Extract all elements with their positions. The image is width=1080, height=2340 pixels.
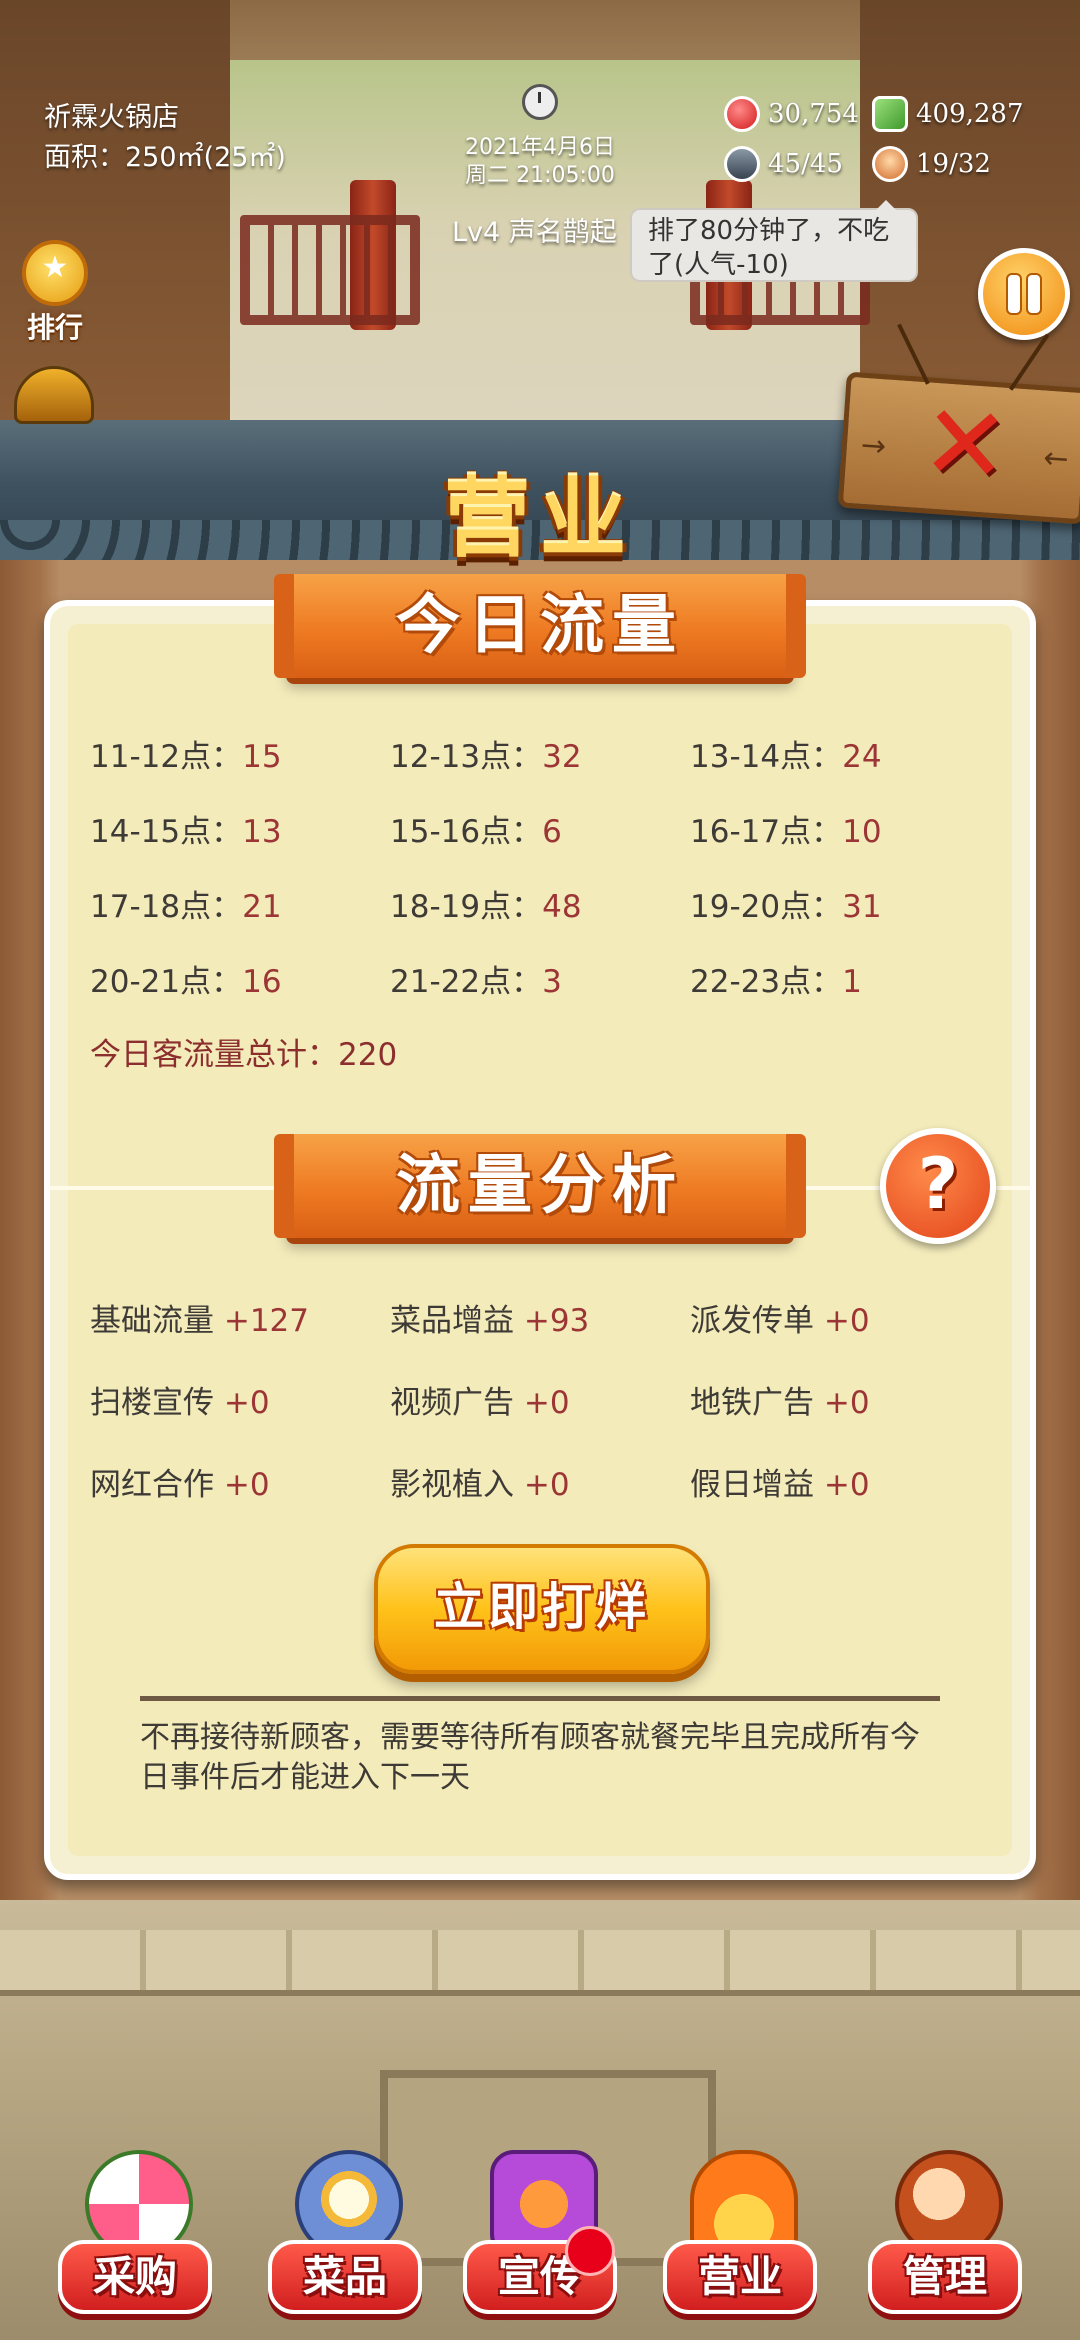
hour-cell: 15-16点：6 [390, 814, 562, 850]
leaderboard-button[interactable]: 排行 [16, 240, 94, 344]
close-shop-now-button[interactable]: 立即打烊 [374, 1544, 710, 1674]
close-shop-note: 不再接待新顾客，需要等待所有顾客就餐完毕且完成所有今日事件后才能进入下一天 [140, 1720, 920, 1795]
note-divider [140, 1696, 940, 1701]
nav-purchase[interactable]: 采购 [50, 2130, 220, 2340]
pause-icon [1008, 275, 1020, 313]
heart-icon [724, 96, 760, 132]
nav-manage[interactable]: 管理 [860, 2130, 1030, 2340]
nav-dishes-label: 菜品 [268, 2240, 422, 2314]
staff-value: 19/32 [916, 149, 991, 179]
popularity-value: 30,754 [768, 99, 859, 129]
cash-stat: 409,287 [872, 96, 1024, 132]
shop-area: 面积：250㎡(25㎡) [44, 142, 286, 173]
hourly-traffic-grid: 11-12点：15 12-13点：32 13-14点：24 14-15点：13 … [90, 732, 990, 1007]
analysis-cell: 菜品增益 +93 [390, 1303, 590, 1339]
game-time: 周二 21:05:00 [465, 163, 615, 188]
analysis-cell: 网红合作 +0 [90, 1467, 270, 1503]
hour-cell: 12-13点：32 [390, 739, 582, 775]
medal-icon [22, 240, 88, 306]
hour-cell: 19-20点：31 [690, 889, 882, 925]
hour-cell: 22-23点：1 [690, 964, 862, 1000]
staff-stat: 19/32 [872, 146, 991, 182]
game-date: 2021年4月6日 [465, 135, 615, 160]
today-traffic-header: 今日流量 [274, 574, 806, 678]
notification-dot [565, 2226, 615, 2276]
panel-title: 营业 [444, 469, 636, 569]
seats-value: 45/45 [768, 149, 843, 179]
bottom-nav: 采购 菜品 宣传 营业 管理 [0, 2130, 1080, 2340]
leaderboard-label: 排行 [26, 311, 83, 344]
wooden-railing [240, 215, 420, 325]
nav-dishes[interactable]: 菜品 [260, 2130, 430, 2340]
analysis-cell: 影视植入 +0 [390, 1467, 570, 1503]
hour-cell: 11-12点：15 [90, 739, 282, 775]
hour-cell: 21-22点：3 [390, 964, 562, 1000]
alarm-clock-icon [522, 84, 558, 120]
hour-cell: 14-15点：13 [90, 814, 282, 850]
nav-purchase-label: 采购 [58, 2240, 212, 2314]
cash-value: 409,287 [916, 99, 1024, 129]
nav-business-label: 营业 [663, 2240, 817, 2314]
nav-manage-label: 管理 [868, 2240, 1022, 2314]
hour-cell: 13-14点：24 [690, 739, 882, 775]
cash-icon [872, 96, 908, 132]
game-clock: 2021年4月6日 周二 21:05:00 [440, 84, 640, 190]
pause-button[interactable] [978, 248, 1070, 340]
analysis-cell: 扫楼宣传 +0 [90, 1385, 270, 1421]
seats-stat: 45/45 [724, 146, 843, 182]
analysis-cell: 派发传单 +0 [690, 1303, 870, 1339]
left-wall [0, 0, 230, 430]
hour-cell: 20-21点：16 [90, 964, 282, 1000]
shop-info: 祈霖火锅店 面积：250㎡(25㎡) [44, 98, 286, 178]
hour-cell: 17-18点：21 [90, 889, 282, 925]
analysis-cell: 视频广告 +0 [390, 1385, 570, 1421]
staff-icon [872, 146, 908, 182]
analysis-cell: 假日增益 +0 [690, 1467, 870, 1503]
reputation-level: Lv4 声名鹊起 [452, 217, 617, 248]
shop-name: 祈霖火锅店 [44, 102, 179, 133]
daily-total: 今日客流量总计：220 [90, 1037, 398, 1073]
hour-cell: 16-17点：10 [690, 814, 882, 850]
traffic-analysis-header: 流量分析 [274, 1134, 806, 1238]
seat-icon [724, 146, 760, 182]
nav-business[interactable]: 营业 [655, 2130, 825, 2340]
analysis-cell: 地铁广告 +0 [690, 1385, 870, 1421]
popularity-stat: 30,754 [724, 96, 859, 132]
nav-promote[interactable]: 宣传 [455, 2130, 625, 2340]
analysis-cell: 基础流量 +127 [90, 1303, 310, 1339]
traffic-analysis-grid: 基础流量 +127 菜品增益 +93 派发传单 +0 扫楼宣传 +0 视频广告 … [90, 1296, 990, 1510]
help-button[interactable]: ? [880, 1128, 996, 1244]
customer-message-bubble: 排了80分钟了，不吃了(人气-10) [630, 200, 918, 282]
hour-cell: 18-19点：48 [390, 889, 582, 925]
